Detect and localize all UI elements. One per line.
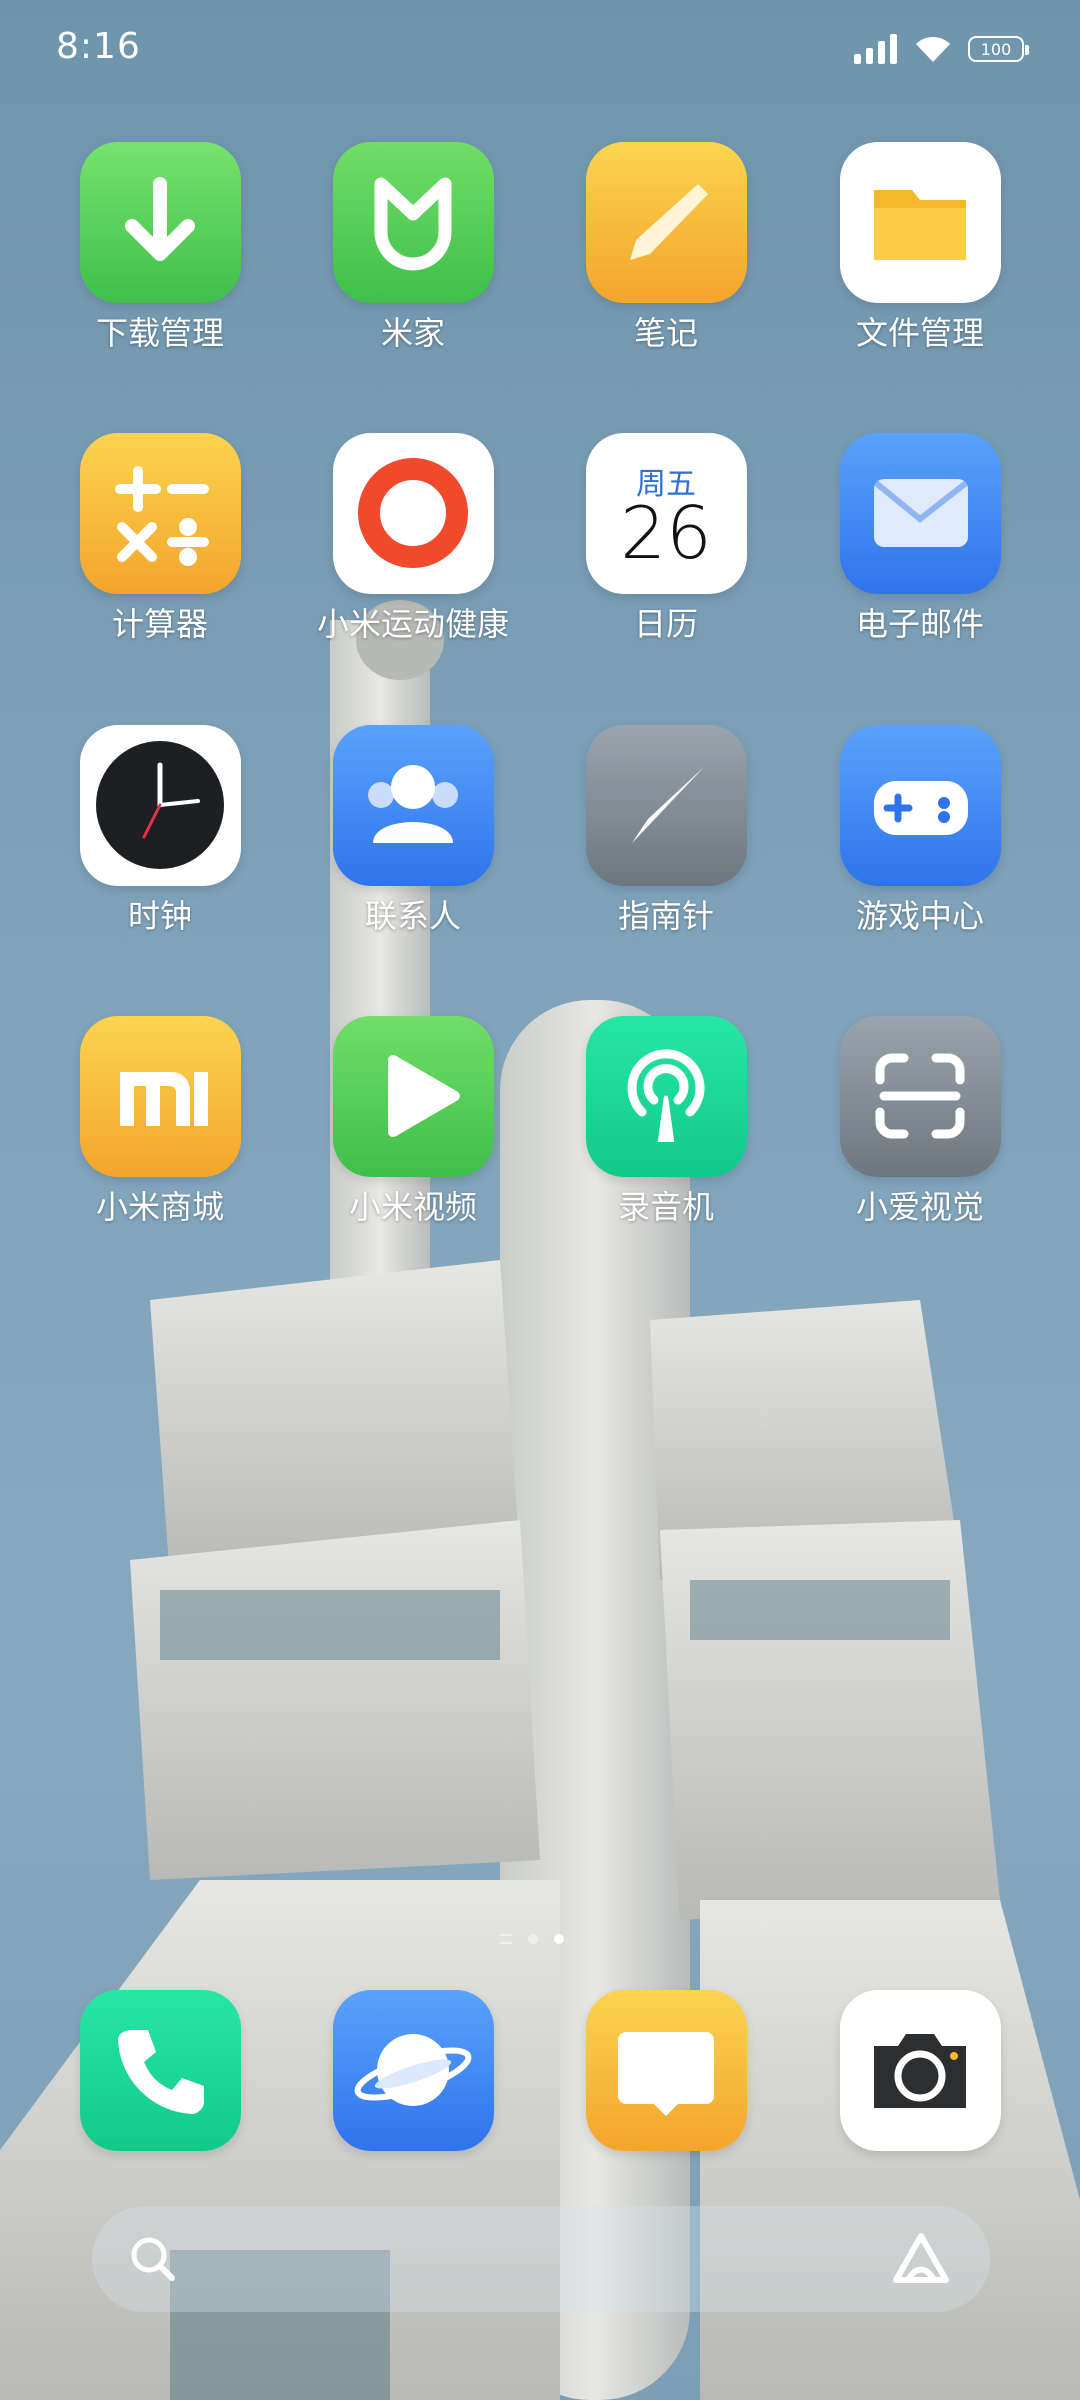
calendar-icon: 周五 26 [585, 433, 747, 594]
gamepad-icon [839, 725, 1001, 886]
search-icon[interactable] [128, 2234, 178, 2284]
dock-phone[interactable] [60, 1990, 260, 2151]
phone-icon [79, 1990, 241, 2151]
app-mi-health[interactable]: 小米运动健康 [313, 433, 513, 644]
mijia-icon [332, 142, 494, 303]
download-icon [79, 142, 241, 303]
mail-icon [839, 433, 1001, 594]
app-contacts[interactable]: 联系人 [313, 725, 513, 936]
battery-icon: 100 [968, 36, 1029, 62]
app-label: 米家 [380, 314, 445, 352]
app-label: 游戏中心 [855, 897, 984, 935]
compass-icon [585, 725, 747, 886]
page-dot[interactable] [528, 1934, 538, 1944]
app-label: 时钟 [127, 897, 192, 935]
app-compass[interactable]: 指南针 [566, 725, 766, 936]
notes-icon [585, 142, 747, 303]
app-label: 日历 [633, 605, 698, 643]
browser-icon [332, 1990, 494, 2151]
app-label: 指南针 [617, 897, 714, 935]
calendar-date: 26 [620, 491, 712, 575]
wifi-icon [916, 36, 950, 62]
page-indicator [500, 1934, 564, 1944]
mi-store-icon [79, 1016, 241, 1177]
app-file-manager[interactable]: 文件管理 [820, 142, 1020, 353]
app-mijia[interactable]: 米家 [313, 142, 513, 353]
contacts-icon [332, 725, 494, 886]
dock-messages[interactable] [566, 1990, 766, 2151]
app-mi-video[interactable]: 小米视频 [313, 1016, 513, 1227]
video-play-icon [332, 1016, 494, 1177]
battery-level: 100 [980, 39, 1012, 59]
app-notes[interactable]: 笔记 [566, 142, 766, 353]
app-label: 小爱视觉 [855, 1188, 984, 1226]
health-ring-icon [332, 433, 494, 594]
dock-browser[interactable] [313, 1990, 513, 2151]
folder-icon [839, 142, 1001, 303]
clock-icon [79, 725, 241, 886]
app-label: 小米运动健康 [316, 605, 509, 643]
app-label: 下载管理 [95, 314, 224, 352]
search-bar[interactable] [92, 2206, 990, 2312]
app-game-center[interactable]: 游戏中心 [820, 725, 1020, 936]
app-label: 小米视频 [348, 1188, 477, 1226]
app-clock[interactable]: 时钟 [60, 725, 260, 936]
app-calculator[interactable]: 计算器 [60, 433, 260, 644]
status-time: 8:16 [56, 26, 141, 67]
app-label: 计算器 [111, 605, 208, 643]
app-label: 笔记 [633, 314, 698, 352]
messages-icon [585, 1990, 747, 2151]
app-download-manager[interactable]: 下载管理 [60, 142, 260, 353]
dock-camera[interactable] [820, 1990, 1020, 2151]
camera-icon [839, 1990, 1001, 2151]
recorder-icon [585, 1016, 747, 1177]
xiaoai-assistant-icon[interactable] [892, 2232, 950, 2286]
status-bar: 8:16 100 [0, 0, 1080, 100]
app-label: 联系人 [364, 897, 461, 935]
signal-icon [854, 34, 897, 64]
app-label: 录音机 [617, 1188, 714, 1226]
app-email[interactable]: 电子邮件 [820, 433, 1020, 644]
app-label: 小米商城 [95, 1188, 224, 1226]
app-recorder[interactable]: 录音机 [566, 1016, 766, 1227]
app-xiaoai-vision[interactable]: 小爱视觉 [820, 1016, 1020, 1227]
page-list-indicator [500, 1934, 512, 1944]
app-label: 文件管理 [855, 314, 984, 352]
calculator-icon [79, 433, 241, 594]
app-label: 电子邮件 [855, 605, 984, 643]
scan-icon [839, 1016, 1001, 1177]
app-calendar[interactable]: 周五 26 日历 [566, 433, 766, 644]
app-mi-store[interactable]: 小米商城 [60, 1016, 260, 1227]
page-dot-active[interactable] [554, 1934, 564, 1944]
